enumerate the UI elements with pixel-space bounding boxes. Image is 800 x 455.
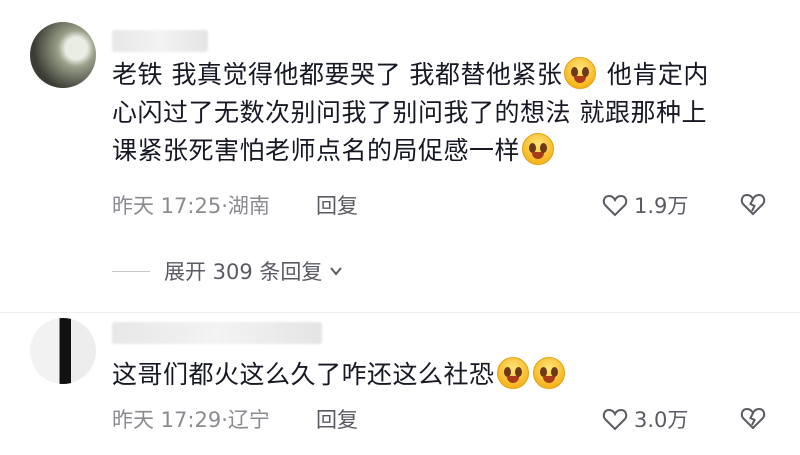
heart-outline-icon [602,408,628,431]
like-count: 3.0万 [634,408,689,432]
crying-emoji-icon [496,357,529,389]
chevron-down-icon [330,267,343,276]
comment-time-location: 昨天 17:29·辽宁 [112,408,270,432]
comment-text: 这哥们都火这么久了咋还这么社恐 [112,356,772,394]
crying-emoji-icon [564,57,597,89]
like-count: 1.9万 [634,194,689,218]
username-blurred[interactable] [112,30,208,52]
comment-line: 课紧张死害怕老师点名的局促感一样 [112,132,772,170]
comment-line: 心闪过了无数次别问我了别问我了的想法 就跟那种上 [112,98,707,127]
heart-outline-icon [602,194,628,217]
crying-emoji-icon [522,133,555,165]
comment-divider [0,312,800,313]
comment-text: 老铁 我真觉得他都要哭了 我都替他紧张 他肯定内 心闪过了无数次别问我了别问我了… [112,56,772,170]
comment-line: 老铁 我真觉得他都要哭了 我都替他紧张 他肯定内 [112,56,772,94]
expand-replies-button[interactable]: 展开 309 条回复 [112,256,344,286]
reply-button[interactable]: 回复 [316,404,358,434]
crying-emoji-icon [532,357,565,389]
avatar[interactable] [30,22,96,88]
avatar[interactable] [30,318,96,384]
reply-button[interactable]: 回复 [316,190,358,220]
broken-heart-icon[interactable] [740,406,766,430]
username-blurred[interactable] [112,322,322,344]
like-button[interactable]: 1.9万 [602,190,688,220]
like-button[interactable]: 3.0万 [602,404,688,434]
broken-heart-icon[interactable] [740,192,766,216]
comment-line: 这哥们都火这么久了咋还这么社恐 [112,356,772,394]
expand-replies-label: 展开 309 条回复 [164,260,323,284]
expand-divider [112,270,150,272]
comment-time-location: 昨天 17:25·湖南 [112,194,270,218]
